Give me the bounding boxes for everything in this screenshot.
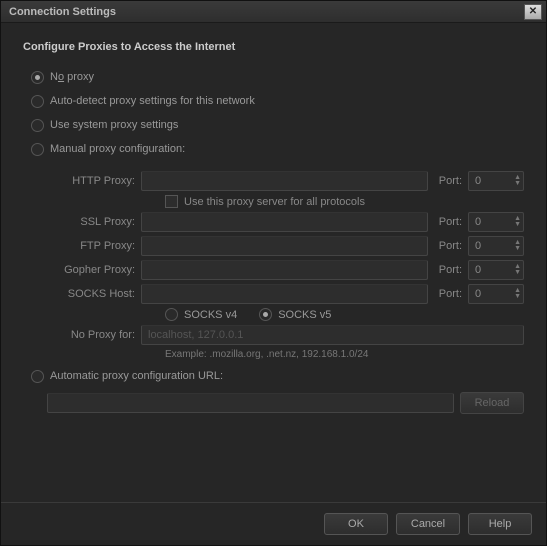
radio-icon xyxy=(31,95,44,108)
spinner-arrows-icon: ▲▼ xyxy=(514,240,521,252)
http-proxy-input[interactable] xyxy=(141,171,428,191)
port-label: Port: xyxy=(434,288,462,300)
help-button[interactable]: Help xyxy=(468,513,532,535)
close-button[interactable]: ✕ xyxy=(524,4,542,20)
dialog-footer: OK Cancel Help xyxy=(1,502,546,545)
socks-version-row: SOCKS v4 SOCKS v5 xyxy=(165,308,524,321)
ftp-proxy-label: FTP Proxy: xyxy=(47,240,135,252)
radio-icon xyxy=(31,143,44,156)
ssl-port-spinner[interactable]: 0 ▲▼ xyxy=(468,212,524,232)
connection-settings-window: Connection Settings ✕ Configure Proxies … xyxy=(0,0,547,546)
ssl-proxy-input[interactable] xyxy=(141,212,428,232)
http-proxy-label: HTTP Proxy: xyxy=(47,175,135,187)
spinner-arrows-icon: ▲▼ xyxy=(514,288,521,300)
port-label: Port: xyxy=(434,216,462,228)
auto-config-url-row: Reload xyxy=(47,392,524,414)
radio-label: Manual proxy configuration: xyxy=(50,143,185,155)
gopher-proxy-input[interactable] xyxy=(141,260,428,280)
radio-label: Use system proxy settings xyxy=(50,119,178,131)
window-title: Connection Settings xyxy=(9,6,524,18)
button-label: Reload xyxy=(475,397,510,409)
spinner-arrows-icon: ▲▼ xyxy=(514,264,521,276)
section-title: Configure Proxies to Access the Internet xyxy=(23,41,524,53)
cancel-button[interactable]: Cancel xyxy=(396,513,460,535)
ssl-proxy-label: SSL Proxy: xyxy=(47,216,135,228)
http-proxy-row: HTTP Proxy: Port: 0 ▲▼ xyxy=(47,171,524,191)
port-label: Port: xyxy=(434,264,462,276)
checkbox-icon xyxy=(165,195,178,208)
port-value: 0 xyxy=(475,175,481,187)
gopher-proxy-label: Gopher Proxy: xyxy=(47,264,135,276)
radio-label: No proxy xyxy=(50,71,94,83)
content-area: Configure Proxies to Access the Internet… xyxy=(1,23,546,502)
ftp-proxy-input[interactable] xyxy=(141,236,428,256)
radio-label: Automatic proxy configuration URL: xyxy=(50,370,223,382)
button-label: Cancel xyxy=(411,518,445,530)
use-for-all-checkbox-row[interactable]: Use this proxy server for all protocols xyxy=(165,195,524,208)
port-value: 0 xyxy=(475,240,481,252)
no-proxy-for-label: No Proxy for: xyxy=(47,329,135,341)
ftp-port-spinner[interactable]: 0 ▲▼ xyxy=(468,236,524,256)
no-proxy-for-row: No Proxy for: xyxy=(47,325,524,345)
radio-auto-detect[interactable]: Auto-detect proxy settings for this netw… xyxy=(31,92,524,110)
radio-icon xyxy=(31,71,44,84)
auto-config-url-input[interactable] xyxy=(47,393,454,413)
socks-v4-radio[interactable]: SOCKS v4 xyxy=(184,309,237,321)
gopher-port-spinner[interactable]: 0 ▲▼ xyxy=(468,260,524,280)
no-proxy-example: Example: .mozilla.org, .net.nz, 192.168.… xyxy=(165,349,524,360)
http-port-spinner[interactable]: 0 ▲▼ xyxy=(468,171,524,191)
radio-manual-proxy[interactable]: Manual proxy configuration: xyxy=(31,140,524,158)
close-icon: ✕ xyxy=(529,6,537,17)
button-label: Help xyxy=(489,518,512,530)
ssl-proxy-row: SSL Proxy: Port: 0 ▲▼ xyxy=(47,212,524,232)
button-label: OK xyxy=(348,518,364,530)
socks-port-spinner[interactable]: 0 ▲▼ xyxy=(468,284,524,304)
radio-icon xyxy=(259,308,272,321)
radio-icon xyxy=(31,119,44,132)
radio-label: Auto-detect proxy settings for this netw… xyxy=(50,95,255,107)
port-value: 0 xyxy=(475,264,481,276)
checkbox-label: Use this proxy server for all protocols xyxy=(184,196,365,208)
socks-host-label: SOCKS Host: xyxy=(47,288,135,300)
socks-v5-radio[interactable]: SOCKS v5 xyxy=(278,309,331,321)
spinner-arrows-icon: ▲▼ xyxy=(514,216,521,228)
reload-button[interactable]: Reload xyxy=(460,392,524,414)
radio-icon xyxy=(31,370,44,383)
manual-proxy-group: HTTP Proxy: Port: 0 ▲▼ Use this proxy se… xyxy=(47,167,524,364)
socks-host-row: SOCKS Host: Port: 0 ▲▼ xyxy=(47,284,524,304)
port-value: 0 xyxy=(475,216,481,228)
gopher-proxy-row: Gopher Proxy: Port: 0 ▲▼ xyxy=(47,260,524,280)
ok-button[interactable]: OK xyxy=(324,513,388,535)
radio-no-proxy[interactable]: No proxy xyxy=(31,68,524,86)
radio-system-proxy[interactable]: Use system proxy settings xyxy=(31,116,524,134)
socks-host-input[interactable] xyxy=(141,284,428,304)
titlebar: Connection Settings ✕ xyxy=(1,1,546,23)
port-value: 0 xyxy=(475,288,481,300)
radio-auto-config-url[interactable]: Automatic proxy configuration URL: xyxy=(31,367,524,385)
port-label: Port: xyxy=(434,240,462,252)
no-proxy-for-input[interactable] xyxy=(141,325,524,345)
radio-icon xyxy=(165,308,178,321)
port-label: Port: xyxy=(434,175,462,187)
ftp-proxy-row: FTP Proxy: Port: 0 ▲▼ xyxy=(47,236,524,256)
spinner-arrows-icon: ▲▼ xyxy=(514,175,521,187)
